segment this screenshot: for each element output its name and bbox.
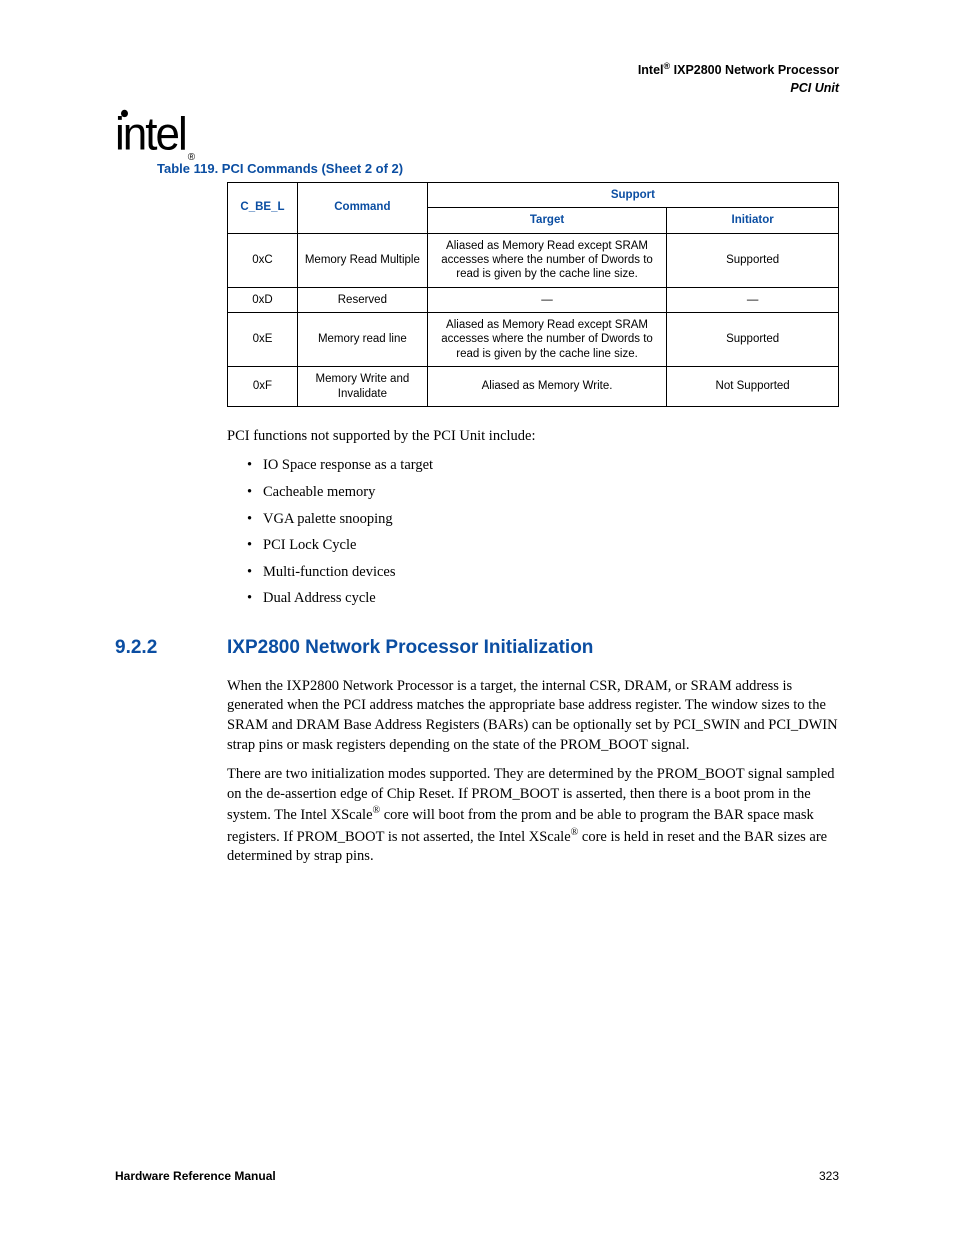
footer-left: Hardware Reference Manual xyxy=(115,1169,276,1183)
paragraph-1: When the IXP2800 Network Processor is a … xyxy=(227,677,839,755)
header-product-name: IXP2800 Network Processor xyxy=(670,63,839,77)
header-product-prefix: Intel xyxy=(638,63,664,77)
section-title: IXP2800 Network Processor Initialization xyxy=(227,637,593,659)
list-item: Cacheable memory xyxy=(247,483,839,503)
cell-target: Aliased as Memory Read except SRAM acces… xyxy=(427,233,667,287)
th-initiator: Initiator xyxy=(667,208,839,233)
table-row: 0xE Memory read line Aliased as Memory R… xyxy=(228,313,839,367)
list-item: VGA palette snooping xyxy=(247,510,839,530)
section-heading-row: 9.2.2 IXP2800 Network Processor Initiali… xyxy=(115,637,839,659)
cell-target: Aliased as Memory Write. xyxy=(427,367,667,407)
footer-page-number: 323 xyxy=(819,1169,839,1183)
cell-target: Aliased as Memory Read except SRAM acces… xyxy=(427,313,667,367)
table-row: 0xD Reserved — — xyxy=(228,287,839,312)
paragraph-2: There are two initialization modes suppo… xyxy=(227,765,839,866)
section-number: 9.2.2 xyxy=(115,637,227,659)
table-row: 0xC Memory Read Multiple Aliased as Memo… xyxy=(228,233,839,287)
cell-cbel: 0xF xyxy=(228,367,298,407)
cell-target: — xyxy=(427,287,667,312)
cell-command: Reserved xyxy=(297,287,427,312)
unsupported-list: IO Space response as a target Cacheable … xyxy=(247,456,839,608)
reg-mark-icon: ® xyxy=(188,152,193,164)
table-row: 0xF Memory Write and Invalidate Aliased … xyxy=(228,367,839,407)
cell-command: Memory Write and Invalidate xyxy=(297,367,427,407)
list-item: Multi-function devices xyxy=(247,563,839,583)
cell-initiator: Supported xyxy=(667,313,839,367)
header-subunit: PCI Unit xyxy=(115,80,839,98)
th-support: Support xyxy=(427,182,838,207)
cell-initiator: Not Supported xyxy=(667,367,839,407)
page-header: Intel® IXP2800 Network Processor PCI Uni… xyxy=(115,60,839,97)
page-footer: Hardware Reference Manual 323 xyxy=(115,1169,839,1183)
cell-cbel: 0xE xyxy=(228,313,298,367)
th-target: Target xyxy=(427,208,667,233)
list-item: PCI Lock Cycle xyxy=(247,536,839,556)
intro-line: PCI functions not supported by the PCI U… xyxy=(227,427,839,447)
th-cbel: C_BE_L xyxy=(228,182,298,233)
cell-command: Memory Read Multiple xyxy=(297,233,427,287)
cell-command: Memory read line xyxy=(297,313,427,367)
th-command: Command xyxy=(297,182,427,233)
pci-commands-table: C_BE_L Command Support Target Initiator … xyxy=(227,182,839,407)
table-caption: Table 119. PCI Commands (Sheet 2 of 2) xyxy=(157,161,839,176)
intel-logo: intel® xyxy=(115,114,191,156)
cell-initiator: — xyxy=(667,287,839,312)
cell-initiator: Supported xyxy=(667,233,839,287)
cell-cbel: 0xD xyxy=(228,287,298,312)
reg-mark-icon: ® xyxy=(373,805,381,816)
list-item: IO Space response as a target xyxy=(247,456,839,476)
cell-cbel: 0xC xyxy=(228,233,298,287)
list-item: Dual Address cycle xyxy=(247,589,839,609)
